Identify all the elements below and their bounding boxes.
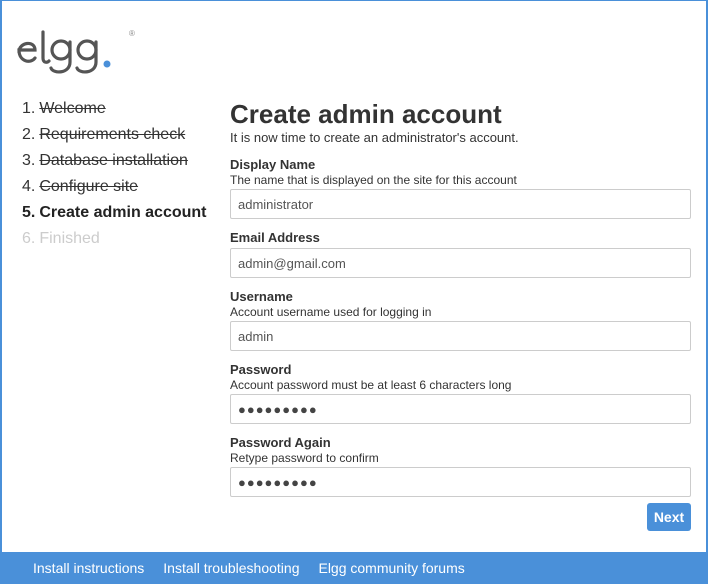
username-label: Username bbox=[230, 289, 293, 304]
install-steps: 1. Welcome 2. Requirements check 3. Databas… bbox=[22, 96, 222, 252]
footer-link-install-troubleshooting[interactable]: Install troubleshooting bbox=[163, 560, 299, 576]
username-help: Account username used for logging in bbox=[230, 305, 432, 319]
footer-link-community-forums[interactable]: Elgg community forums bbox=[318, 560, 464, 576]
password-again-help: Retype password to confirm bbox=[230, 451, 379, 465]
footer-link-install-instructions[interactable]: Install instructions bbox=[33, 560, 144, 576]
step-configure-site: 4. Configure site bbox=[22, 178, 139, 195]
page-intro: It is now time to create an administrato… bbox=[230, 130, 519, 145]
page-title: Create admin account bbox=[230, 99, 502, 129]
footer-bar: Install instructions Install troubleshoo… bbox=[0, 552, 708, 584]
display-name-input[interactable] bbox=[230, 189, 691, 219]
email-group: Email Address bbox=[230, 230, 692, 278]
username-group: Username Account username used for loggi… bbox=[230, 289, 692, 351]
password-again-label: Password Again bbox=[230, 435, 331, 450]
step-welcome: 1. Welcome bbox=[22, 100, 106, 117]
main-content: Create admin account It is now time to c… bbox=[230, 98, 692, 497]
step-database-installation: 3. Database installation bbox=[22, 152, 188, 169]
password-again-input[interactable] bbox=[230, 467, 691, 497]
display-name-group: Display Name The name that is displayed … bbox=[230, 157, 692, 219]
password-help: Account password must be at least 6 char… bbox=[230, 378, 512, 392]
next-button[interactable]: Next bbox=[647, 503, 691, 531]
username-input[interactable] bbox=[230, 321, 691, 351]
password-label: Password bbox=[230, 362, 292, 377]
email-label: Email Address bbox=[230, 230, 320, 245]
display-name-label: Display Name bbox=[230, 157, 316, 172]
svg-text:®: ® bbox=[129, 29, 135, 38]
step-finished: 6. Finished bbox=[22, 230, 100, 247]
step-requirements-check: 2. Requirements check bbox=[22, 126, 186, 143]
display-name-help: The name that is displayed on the site f… bbox=[230, 173, 517, 187]
step-create-admin-account: 5. Create admin account bbox=[22, 204, 207, 221]
password-group: Password Account password must be at lea… bbox=[230, 362, 692, 424]
password-again-group: Password Again Retype password to confir… bbox=[230, 435, 692, 497]
email-input[interactable] bbox=[230, 248, 691, 278]
elgg-logo: ® bbox=[17, 29, 135, 74]
password-input[interactable] bbox=[230, 394, 691, 424]
